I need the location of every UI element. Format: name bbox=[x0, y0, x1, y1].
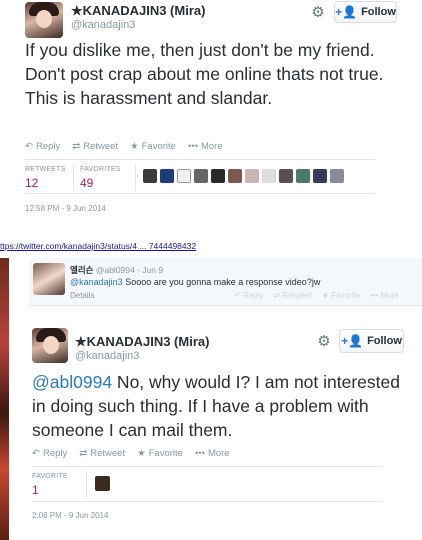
avatar[interactable] bbox=[160, 169, 174, 183]
reply-button[interactable]: ↶ Reply bbox=[25, 141, 60, 152]
avatar[interactable] bbox=[330, 169, 344, 183]
divider bbox=[73, 164, 74, 191]
retweets-count[interactable]: 12 bbox=[25, 176, 38, 190]
user-handle[interactable]: @kanadajin3 bbox=[75, 350, 139, 362]
more-button[interactable]: ••• More bbox=[370, 291, 399, 300]
user-name[interactable]: ★KANADAJIN3 (Mira) bbox=[75, 334, 209, 350]
star-icon: ★ bbox=[130, 141, 139, 152]
reply-text: @kanadajin3 Soooo are you gonna make a r… bbox=[70, 277, 321, 287]
favorite-label[interactable]: FAVORITE bbox=[32, 473, 68, 480]
favorite-button[interactable]: ★ Favorite bbox=[137, 448, 183, 459]
tweet-2: ★KANADAJIN3 (Mira) @kanadajin3 ⚙ +👤 Foll… bbox=[9, 314, 422, 540]
retweet-button[interactable]: ⇄ Retweet bbox=[273, 291, 311, 300]
favorites-label[interactable]: FAVORITES bbox=[80, 166, 121, 173]
more-button[interactable]: ••• More bbox=[188, 141, 223, 152]
background-image bbox=[0, 258, 9, 540]
reply-button[interactable]: ↶ Reply bbox=[234, 291, 263, 300]
avatar[interactable] bbox=[95, 476, 110, 491]
tweet-actions: ↶ Reply ⇄ Retweet ★ Favorite ••• More bbox=[32, 448, 230, 459]
follow-button[interactable]: +👤 Follow bbox=[339, 329, 404, 353]
user-handle[interactable]: @kanadajin3 bbox=[71, 19, 135, 31]
star-icon: ★ bbox=[137, 448, 146, 459]
retweet-icon: ⇄ bbox=[72, 141, 81, 152]
favoriter-avatars bbox=[95, 476, 110, 491]
avatar[interactable] bbox=[177, 169, 191, 183]
favorite-count[interactable]: 1 bbox=[32, 483, 39, 497]
gear-icon[interactable]: ⚙ bbox=[308, 3, 328, 23]
gear-icon[interactable]: ⚙ bbox=[314, 332, 334, 352]
avatar[interactable] bbox=[194, 169, 208, 183]
avatar[interactable] bbox=[32, 328, 68, 363]
favorites-count[interactable]: 49 bbox=[80, 176, 93, 190]
favoriter-avatars bbox=[143, 169, 344, 183]
favorite-button[interactable]: ★ Favorite bbox=[322, 291, 360, 300]
tweet-1: ★KANADAJIN3 (Mira) @kanadajin3 ⚙ +👤 Foll… bbox=[0, 0, 422, 232]
reply-icon: ↶ bbox=[25, 141, 33, 152]
divider bbox=[25, 193, 375, 194]
tweet-actions: ↶ Reply ⇄ Retweet ★ Favorite ••• More bbox=[25, 141, 223, 152]
divider bbox=[32, 501, 382, 502]
tweet-text: @abl0994 No, why would I? I am not inter… bbox=[32, 372, 400, 440]
retweets-label[interactable]: RETWEETS bbox=[25, 166, 66, 173]
divider bbox=[32, 466, 382, 467]
follow-label: Follow bbox=[367, 335, 402, 347]
reply-icon: ↶ bbox=[32, 448, 40, 459]
reply-tweet[interactable]: 엘리슨 @abl0994 · Jun 9 @kanadajin3 Soooo a… bbox=[29, 258, 422, 306]
timestamp[interactable]: 12:58 PM - 9 Jun 2014 bbox=[25, 204, 106, 213]
retweet-icon: ⇄ bbox=[79, 448, 88, 459]
favorite-button[interactable]: ★ Favorite bbox=[130, 141, 176, 152]
user-name[interactable]: ★KANADAJIN3 (Mira) bbox=[71, 3, 205, 19]
divider bbox=[25, 159, 375, 160]
retweet-button[interactable]: ⇄ Retweet bbox=[72, 141, 118, 152]
avatar[interactable] bbox=[296, 169, 310, 183]
avatar[interactable] bbox=[25, 2, 63, 38]
avatar[interactable] bbox=[262, 169, 276, 183]
retweet-button[interactable]: ⇄ Retweet bbox=[79, 448, 125, 459]
timestamp[interactable]: 2:08 PM - 9 Jun 2014 bbox=[32, 511, 109, 520]
avatar[interactable] bbox=[313, 169, 327, 183]
reply-actions: ↶ Reply ⇄ Retweet ★ Favorite ••• More bbox=[234, 291, 399, 300]
follow-button[interactable]: +👤 Follow bbox=[334, 1, 397, 23]
add-user-icon: +👤 bbox=[335, 5, 358, 19]
avatar[interactable] bbox=[211, 169, 225, 183]
mention-link[interactable]: @abl0994 bbox=[32, 372, 112, 392]
more-icon: ••• bbox=[194, 448, 205, 459]
reply-user-name[interactable]: 엘리슨 @abl0994 · Jun 9 bbox=[70, 264, 163, 276]
divider bbox=[135, 164, 136, 191]
avatar[interactable] bbox=[245, 169, 259, 183]
mention-link[interactable]: @kanadajin3 bbox=[70, 277, 123, 287]
more-icon: ••• bbox=[187, 141, 198, 152]
reply-button[interactable]: ↶ Reply bbox=[32, 448, 67, 459]
reply-meta: @abl0994 · Jun 9 bbox=[95, 265, 164, 275]
divider bbox=[86, 471, 87, 498]
status-url[interactable]: ttps://twitter.com/kanadajin3/status/4 .… bbox=[0, 241, 196, 251]
more-button[interactable]: ••• More bbox=[195, 448, 230, 459]
avatar[interactable] bbox=[143, 169, 157, 183]
avatar[interactable] bbox=[228, 169, 242, 183]
follow-label: Follow bbox=[361, 6, 396, 18]
add-user-icon: +👤 bbox=[341, 334, 364, 348]
tweet-text: If you dislike me, then just don't be my… bbox=[25, 40, 384, 108]
avatar[interactable] bbox=[33, 263, 65, 295]
details-link[interactable]: Details bbox=[70, 291, 94, 300]
avatar[interactable] bbox=[279, 169, 293, 183]
